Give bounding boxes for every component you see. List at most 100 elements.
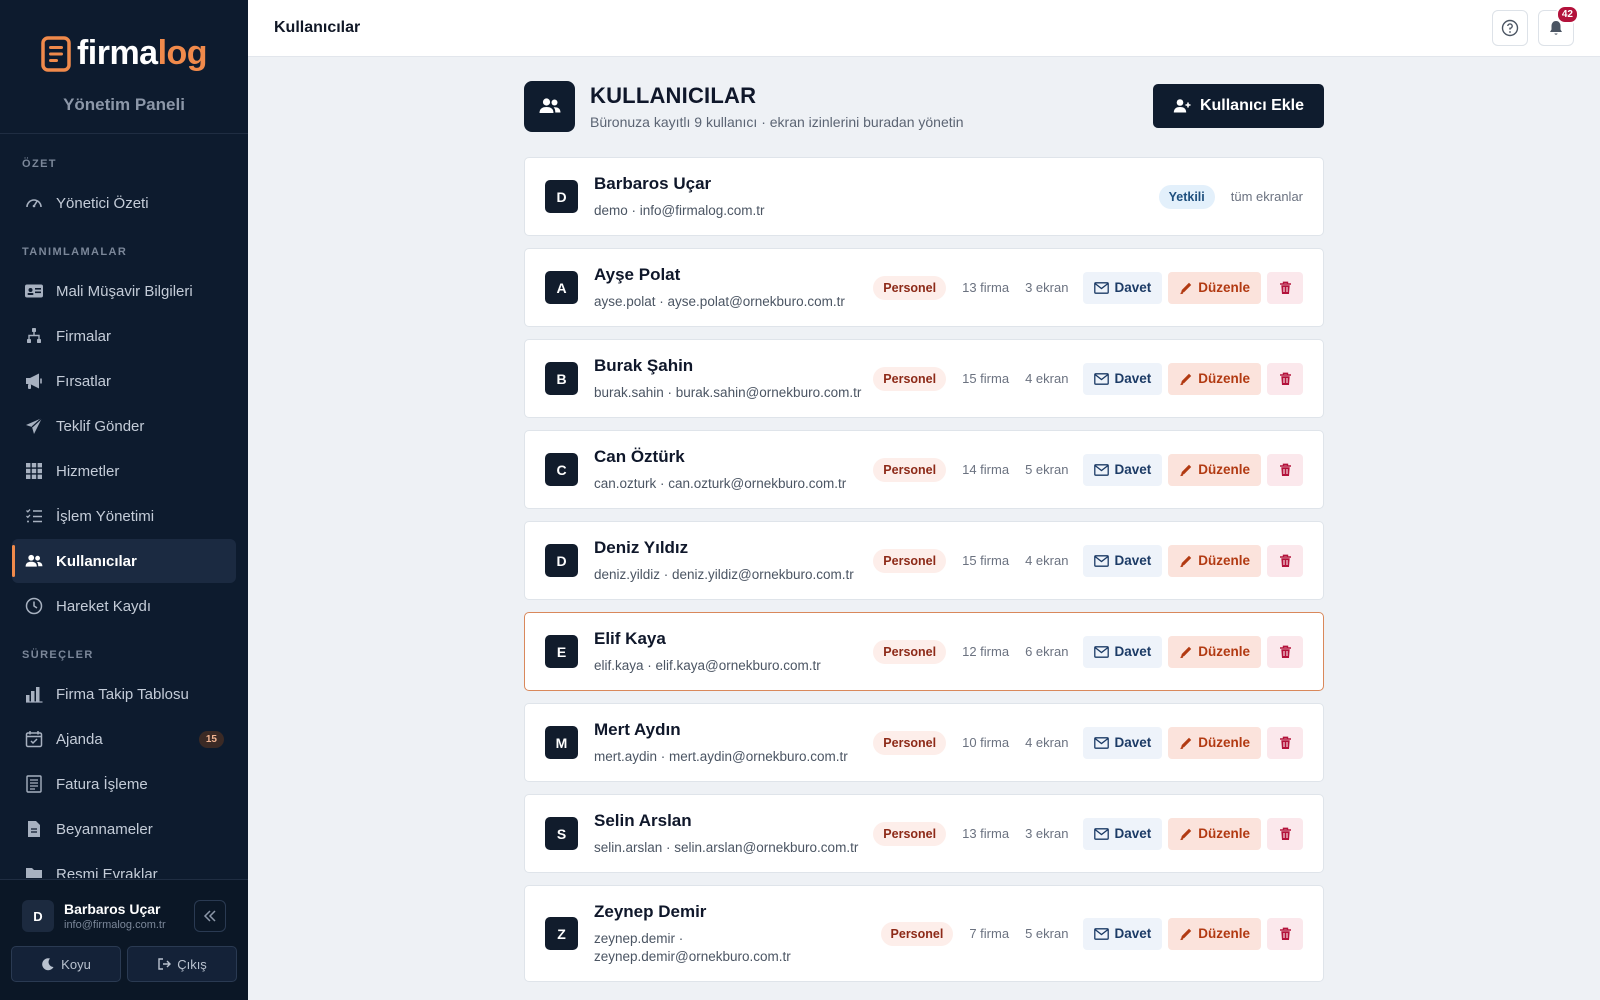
help-button[interactable]: [1492, 10, 1528, 46]
sidebar-item-bar-chart[interactable]: Firma Takip Tablosu: [12, 672, 236, 716]
user-info: Barbaros Uçar demo · info@firmalog.com.tr: [594, 174, 1159, 220]
user-row[interactable]: C Can Öztürk can.ozturk · can.ozturk@ornek…: [524, 430, 1324, 509]
user-name: Deniz Yıldız: [594, 537, 689, 557]
user-meta-actions: Personel 10 firma 4 ekran Davet Düzenle: [873, 726, 1303, 759]
user-name: Mert Aydın: [594, 719, 681, 739]
delete-button[interactable]: [1267, 635, 1303, 668]
sidebar-item-document[interactable]: Beyannameler: [12, 807, 236, 851]
invite-button[interactable]: Davet: [1083, 817, 1163, 850]
firm-count: 10 firma: [962, 735, 1010, 750]
user-row[interactable]: B Burak Şahin burak.sahin · burak.sahin@or…: [524, 339, 1324, 418]
invite-label: Davet: [1114, 280, 1152, 295]
edit-button[interactable]: Düzenle: [1168, 817, 1261, 850]
topbar: Kullanıcılar 42: [248, 0, 1600, 57]
trash-icon: [1279, 463, 1292, 477]
sidebar-item-folder[interactable]: Resmi Evraklar: [12, 852, 236, 878]
sidebar-item-users[interactable]: Kullanıcılar: [12, 539, 236, 583]
grid-icon: [24, 461, 44, 481]
sidebar-item-list[interactable]: İşlem Yönetimi: [12, 494, 236, 538]
delete-button[interactable]: [1267, 817, 1303, 850]
sidebar-item-dashboard[interactable]: Yönetici Özeti: [12, 181, 236, 225]
avatar[interactable]: D: [22, 900, 54, 932]
pencil-icon: [1179, 372, 1193, 386]
user-meta-actions: Personel 13 firma 3 ekran Davet Düzenle: [873, 271, 1303, 304]
sidebar-item-id-card[interactable]: Mali Müşavir Bilgileri: [12, 269, 236, 313]
user-meta-actions: Personel 7 firma 5 ekran Davet Düzenle: [880, 917, 1303, 950]
invoice-icon: [24, 774, 44, 794]
user-row[interactable]: M Mert Aydın mert.aydin · mert.aydin@ornek…: [524, 703, 1324, 782]
user-name: Ayşe Polat: [594, 264, 681, 284]
edit-button[interactable]: Düzenle: [1168, 917, 1261, 950]
user-row[interactable]: D Barbaros Uçar demo · info@firmalog.com.t…: [524, 157, 1324, 236]
edit-button[interactable]: Düzenle: [1168, 362, 1261, 395]
user-row[interactable]: Z Zeynep Demir zeynep.demir · zeynep.demir…: [524, 885, 1324, 982]
invite-label: Davet: [1114, 371, 1152, 386]
sidebar-item-sitemap[interactable]: Firmalar: [12, 314, 236, 358]
edit-label: Düzenle: [1198, 553, 1250, 568]
logo[interactable]: firmalog: [41, 34, 208, 73]
user-row[interactable]: E Elif Kaya elif.kaya · elif.kaya@ornekbur…: [524, 612, 1324, 691]
edit-button[interactable]: Düzenle: [1168, 271, 1261, 304]
user-plus-icon: [1173, 99, 1191, 113]
sidebar-item-megaphone[interactable]: Fırsatlar: [12, 359, 236, 403]
main-content: KULLANICILAR Büronuza kayıtlı 9 kullanıc…: [524, 80, 1324, 994]
firm-count: 13 firma: [962, 826, 1010, 841]
invite-label: Davet: [1114, 553, 1152, 568]
delete-button[interactable]: [1267, 544, 1303, 577]
delete-button[interactable]: [1267, 917, 1303, 950]
edit-button[interactable]: Düzenle: [1168, 544, 1261, 577]
sidebar-item-paper-plane[interactable]: Teklif Gönder: [12, 404, 236, 448]
invite-button[interactable]: Davet: [1083, 635, 1163, 668]
mail-icon: [1094, 927, 1110, 940]
user-name: Can Öztürk: [594, 446, 685, 466]
edit-button[interactable]: Düzenle: [1168, 453, 1261, 486]
sidebar-item-label: Ajanda: [56, 730, 103, 748]
invite-button[interactable]: Davet: [1083, 453, 1163, 486]
user-meta-actions: Personel 13 firma 3 ekran Davet Düzenle: [873, 817, 1303, 850]
logout-button[interactable]: Çıkış: [127, 946, 237, 982]
user-info: Ayşe Polat ayse.polat · ayse.polat@ornekb…: [594, 265, 873, 311]
edit-button[interactable]: Düzenle: [1168, 726, 1261, 759]
user-meta-actions: Personel 15 firma 4 ekran Davet Düzenle: [873, 544, 1303, 577]
mail-icon: [1094, 827, 1110, 840]
user-row[interactable]: S Selin Arslan selin.arslan · selin.arslan…: [524, 794, 1324, 873]
user-row[interactable]: D Deniz Yıldız deniz.yildiz · deniz.yildiz…: [524, 521, 1324, 600]
user-name: Burak Şahin: [594, 355, 694, 375]
user-row[interactable]: A Ayşe Polat ayse.polat · ayse.polat@ornek…: [524, 248, 1324, 327]
megaphone-icon: [24, 371, 44, 391]
document-icon: [24, 819, 44, 839]
delete-button[interactable]: [1267, 453, 1303, 486]
nav-section-title: ÖZET: [22, 158, 57, 170]
delete-button[interactable]: [1267, 271, 1303, 304]
sidebar-item-calendar-check[interactable]: Ajanda 15: [12, 717, 236, 761]
list-icon: [24, 506, 44, 526]
calendar-check-icon: [24, 729, 44, 749]
mail-icon: [1094, 281, 1110, 294]
delete-button[interactable]: [1267, 362, 1303, 395]
screen-count: 4 ekran: [1025, 735, 1069, 750]
collapse-sidebar-button[interactable]: [194, 900, 226, 932]
invite-button[interactable]: Davet: [1083, 362, 1163, 395]
theme-toggle-button[interactable]: Koyu: [11, 946, 121, 982]
sidebar-item-grid[interactable]: Hizmetler: [12, 449, 236, 493]
invite-button[interactable]: Davet: [1083, 917, 1163, 950]
role-badge: Personel: [873, 639, 947, 664]
edit-button[interactable]: Düzenle: [1168, 635, 1261, 668]
edit-label: Düzenle: [1198, 826, 1250, 841]
notifications-button[interactable]: 42: [1538, 5, 1579, 46]
trash-icon: [1279, 827, 1292, 841]
user-list: D Barbaros Uçar demo · info@firmalog.com.t…: [524, 157, 1324, 982]
add-user-button[interactable]: Kullanıcı Ekle: [1152, 84, 1324, 128]
invite-button[interactable]: Davet: [1083, 726, 1163, 759]
delete-button[interactable]: [1267, 726, 1303, 759]
users-icon: [524, 80, 575, 132]
sidebar-item-invoice[interactable]: Fatura İşleme: [12, 762, 236, 806]
sitemap-icon: [24, 326, 44, 346]
sidebar-item-clock[interactable]: Hareket Kaydı: [12, 584, 236, 628]
invite-button[interactable]: Davet: [1083, 544, 1163, 577]
user-info: Can Öztürk can.ozturk · can.ozturk@ornekb…: [594, 447, 873, 493]
screen-count: 4 ekran: [1025, 553, 1069, 568]
screen-access-note: tüm ekranlar: [1230, 189, 1303, 204]
invite-button[interactable]: Davet: [1083, 271, 1163, 304]
firm-count: 15 firma: [962, 371, 1010, 386]
